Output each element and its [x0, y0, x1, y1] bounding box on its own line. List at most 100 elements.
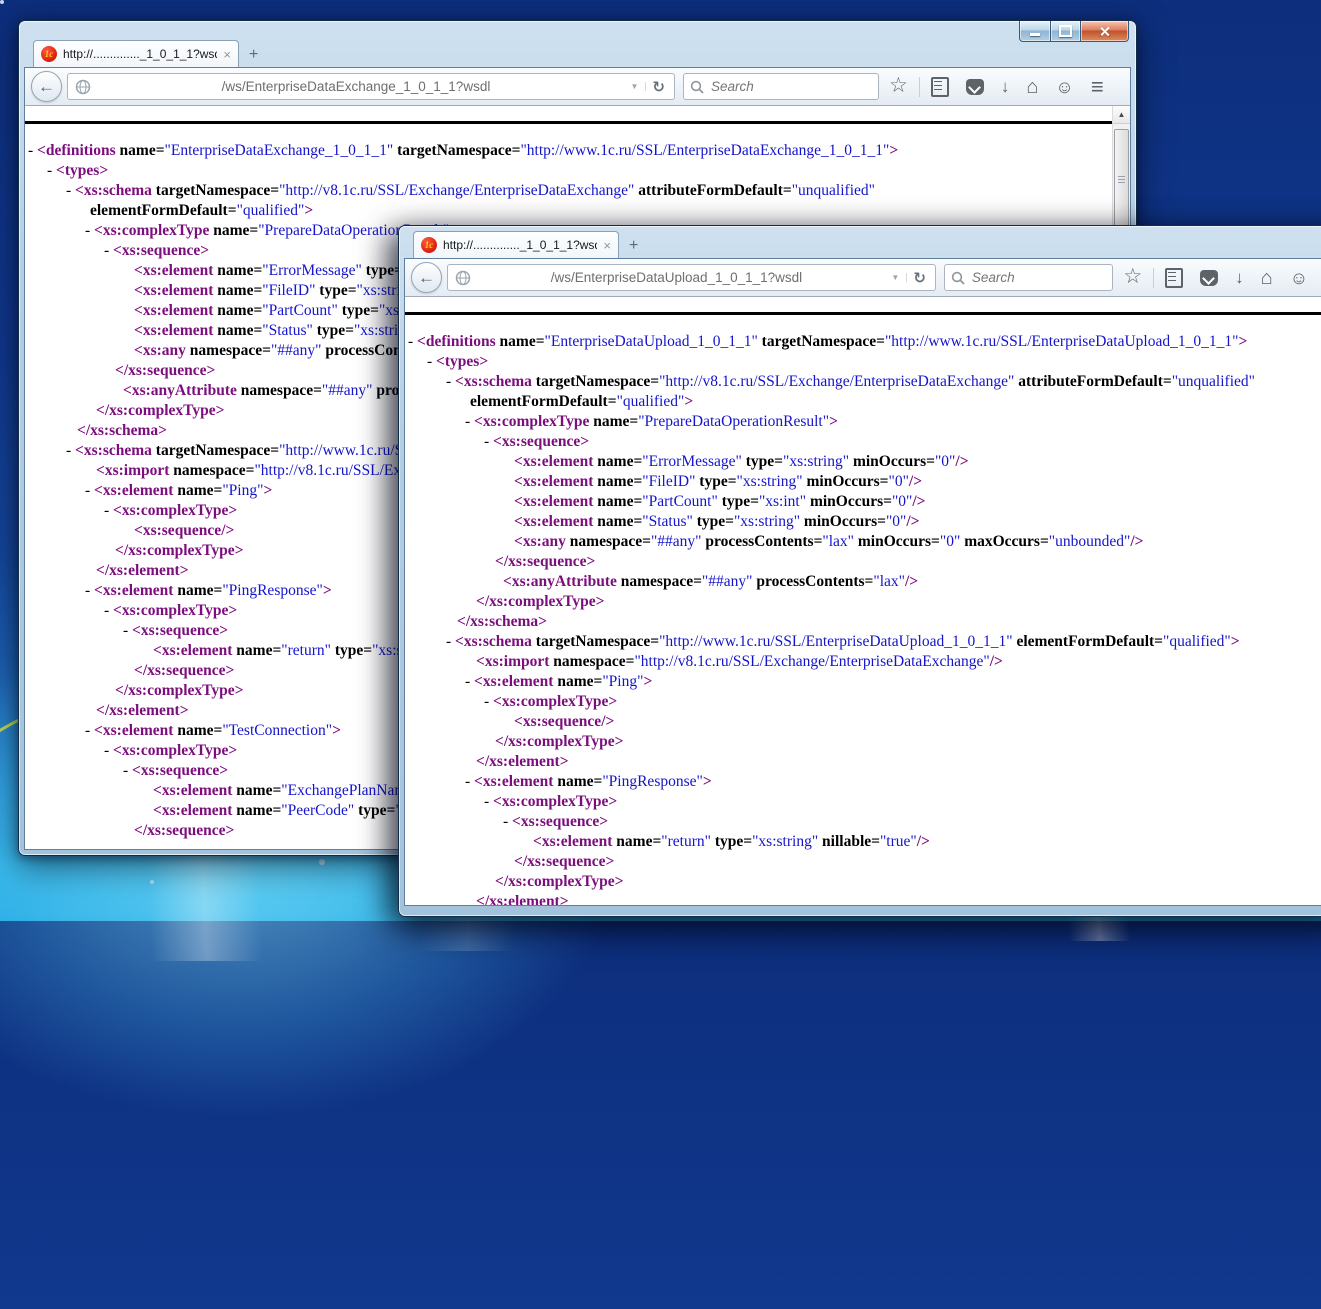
xml-viewer-content: - <definitions name="EnterpriseDataUploa…	[405, 297, 1321, 905]
xml-line: </xs:complexType>	[405, 872, 1321, 892]
hello-smiley-icon[interactable]: ☺	[1290, 269, 1308, 287]
firefox-window-upload: 1c http://.............._1_0_1_1?wsdl × …	[398, 225, 1321, 917]
urlbar-buttons: ▼ ↻	[884, 265, 932, 290]
xml-line: - <types>	[405, 352, 1321, 372]
xml-line: </xs:element>	[405, 892, 1321, 905]
xml-viewer-separator	[25, 121, 1113, 124]
bookmarks-menu-icon[interactable]	[931, 77, 949, 97]
reload-icon[interactable]: ↻	[646, 78, 671, 96]
pocket-chevron-icon	[1200, 270, 1218, 286]
globe-icon	[455, 270, 471, 286]
tab-title: http://.............._1_0_1_1?wsdl	[63, 47, 217, 61]
bookmark-star-icon[interactable]: ☆	[889, 75, 908, 96]
navigation-toolbar: ← /ws/EnterpriseDataUpload_1_0_1_1?wsdl …	[405, 259, 1321, 297]
xml-line: </xs:schema>	[405, 612, 1321, 632]
downloads-icon[interactable]: ↓	[1235, 269, 1244, 286]
pocket-chevron-icon	[966, 79, 984, 95]
wallpaper-sparkles	[0, 0, 4, 4]
xml-viewer-separator	[405, 312, 1321, 315]
xml-line: </xs:sequence>	[405, 852, 1321, 872]
search-icon	[690, 80, 704, 94]
tab-strip: 1c http://.............._1_0_1_1?wsdl × …	[33, 39, 1122, 67]
tab-close-icon[interactable]: ×	[223, 48, 231, 61]
xml-line: </xs:sequence>	[405, 552, 1321, 572]
favicon-1c-icon: 1c	[41, 46, 57, 62]
xml-document: - <definitions name="EnterpriseDataUploa…	[405, 332, 1321, 905]
navigation-toolbar: ← /ws/EnterpriseDataExchange_1_0_1_1?wsd…	[25, 68, 1130, 106]
xml-line: - <xs:schema targetNamespace="http://v8.…	[25, 181, 1113, 201]
xml-line: - <xs:element name="PingResponse">	[405, 772, 1321, 792]
back-button[interactable]: ←	[31, 71, 62, 102]
xml-line: - <xs:schema targetNamespace="http://www…	[405, 632, 1321, 652]
history-dropdown-icon[interactable]: ▼	[624, 82, 647, 91]
xml-line: </xs:complexType>	[405, 592, 1321, 612]
tab-wsdl[interactable]: 1c http://.............._1_0_1_1?wsdl ×	[33, 40, 239, 67]
search-box[interactable]	[944, 264, 1113, 291]
divider	[919, 77, 920, 97]
tab-wsdl[interactable]: 1c http://.............._1_0_1_1?wsdl ×	[413, 231, 619, 258]
search-box[interactable]	[683, 73, 879, 100]
tab-strip: 1c http://.............._1_0_1_1?wsdl × …	[413, 230, 1321, 258]
scroll-up-arrow-icon[interactable]: ▲	[1113, 106, 1130, 124]
xml-line: </xs:complexType>	[405, 732, 1321, 752]
bookmark-star-icon[interactable]: ☆	[1123, 266, 1142, 287]
new-tab-button[interactable]: +	[629, 237, 638, 258]
close-icon	[1099, 26, 1110, 37]
minimize-icon	[1030, 33, 1040, 36]
downloads-icon[interactable]: ↓	[1001, 78, 1010, 95]
tab-close-icon[interactable]: ×	[603, 239, 611, 252]
favicon-1c-icon: 1c	[421, 237, 437, 253]
xml-line: <xs:import namespace="http://v8.1c.ru/SS…	[405, 652, 1321, 672]
xml-line: - <xs:schema targetNamespace="http://v8.…	[405, 372, 1321, 392]
xml-line: elementFormDefault="qualified">	[405, 392, 1321, 412]
xml-line: elementFormDefault="qualified">	[25, 201, 1113, 221]
toolbar-icons: ☆ ↓ ⌂ ☺ ≡	[889, 76, 1103, 98]
xml-line: - <xs:sequence>	[405, 812, 1321, 832]
xml-line: - <xs:sequence>	[405, 432, 1321, 452]
xml-line: - <types>	[25, 161, 1113, 181]
xml-line: - <definitions name="EnterpriseDataExcha…	[25, 141, 1113, 161]
search-input[interactable]	[709, 78, 833, 95]
back-button[interactable]: ←	[411, 262, 442, 293]
xml-line: <xs:element name="PartCount" type="xs:in…	[405, 492, 1321, 512]
xml-line: <xs:element name="return" type="xs:strin…	[405, 832, 1321, 852]
hello-smiley-icon[interactable]: ☺	[1055, 78, 1073, 96]
xml-line: <xs:sequence/>	[405, 712, 1321, 732]
home-icon[interactable]: ⌂	[1026, 77, 1038, 97]
xml-line: <xs:element name="ErrorMessage" type="xs…	[405, 452, 1321, 472]
maximize-icon	[1059, 25, 1072, 37]
url-bar[interactable]: /ws/EnterpriseDataUpload_1_0_1_1?wsdl ▼ …	[447, 264, 936, 291]
clipboard-icon	[931, 77, 949, 97]
divider	[1153, 268, 1154, 288]
url-bar[interactable]: /ws/EnterpriseDataExchange_1_0_1_1?wsdl …	[67, 73, 675, 100]
xml-line: </xs:element>	[405, 752, 1321, 772]
xml-line: <xs:element name="FileID" type="xs:strin…	[405, 472, 1321, 492]
scrollbar-thumb[interactable]	[1114, 129, 1129, 235]
xml-line: - <xs:complexType name="PrepareDataOpera…	[405, 412, 1321, 432]
xml-line: - <xs:complexType>	[405, 792, 1321, 812]
hamburger-menu-icon[interactable]: ≡	[1091, 76, 1103, 98]
url-text[interactable]: /ws/EnterpriseDataUpload_1_0_1_1?wsdl	[478, 270, 875, 285]
search-icon	[951, 271, 965, 285]
xml-line: - <xs:complexType>	[405, 692, 1321, 712]
xml-line: <xs:any namespace="##any" processContent…	[405, 532, 1321, 552]
xml-line: <xs:anyAttribute namespace="##any" proce…	[405, 572, 1321, 592]
search-input[interactable]	[970, 269, 1094, 286]
urlbar-buttons: ▼ ↻	[624, 74, 672, 99]
globe-icon	[75, 79, 91, 95]
tab-title: http://.............._1_0_1_1?wsdl	[443, 238, 597, 252]
pocket-icon[interactable]	[966, 79, 984, 95]
xml-line: <xs:element name="Status" type="xs:strin…	[405, 512, 1321, 532]
bookmarks-menu-icon[interactable]	[1165, 268, 1183, 288]
browser-client-area: ← /ws/EnterpriseDataUpload_1_0_1_1?wsdl …	[404, 258, 1321, 906]
toolbar-icons: ☆ ↓ ⌂ ☺ ≡	[1123, 267, 1321, 289]
xml-line: - <xs:element name="Ping">	[405, 672, 1321, 692]
url-text[interactable]: /ws/EnterpriseDataExchange_1_0_1_1?wsdl	[98, 79, 614, 94]
clipboard-icon	[1165, 268, 1183, 288]
home-icon[interactable]: ⌂	[1261, 268, 1273, 288]
history-dropdown-icon[interactable]: ▼	[884, 273, 907, 282]
xml-line: - <definitions name="EnterpriseDataUploa…	[405, 332, 1321, 352]
reload-icon[interactable]: ↻	[907, 269, 932, 287]
new-tab-button[interactable]: +	[249, 46, 258, 67]
pocket-icon[interactable]	[1200, 270, 1218, 286]
